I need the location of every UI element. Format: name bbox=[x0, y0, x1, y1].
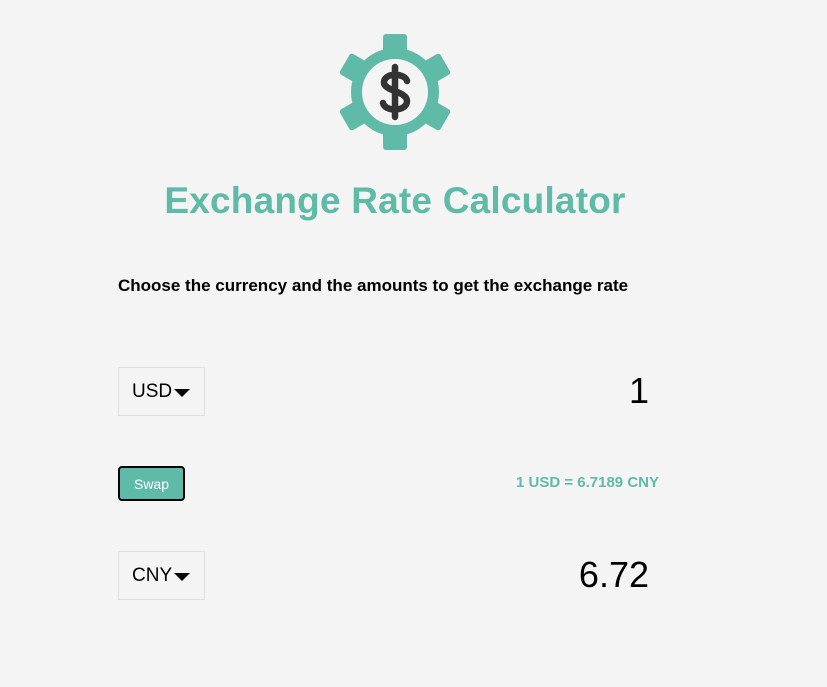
currency-one-value: USD bbox=[132, 380, 173, 402]
exchange-rate-text: 1 USD = 6.7189 CNY bbox=[516, 474, 659, 491]
swap-button[interactable]: Swap bbox=[118, 466, 185, 501]
chevron-down-icon bbox=[174, 388, 191, 397]
currency-two-select[interactable]: CNY bbox=[118, 551, 205, 600]
chevron-down-icon bbox=[174, 572, 191, 581]
gear-dollar-icon bbox=[339, 34, 451, 150]
amount-one-input[interactable] bbox=[399, 367, 649, 415]
currency-one-select[interactable]: USD bbox=[118, 367, 205, 416]
amount-two-input[interactable] bbox=[399, 551, 649, 599]
currency-two-value: CNY bbox=[132, 564, 173, 586]
page-title: Exchange Rate Calculator bbox=[164, 180, 626, 221]
page-subtitle: Choose the currency and the amounts to g… bbox=[118, 276, 629, 295]
